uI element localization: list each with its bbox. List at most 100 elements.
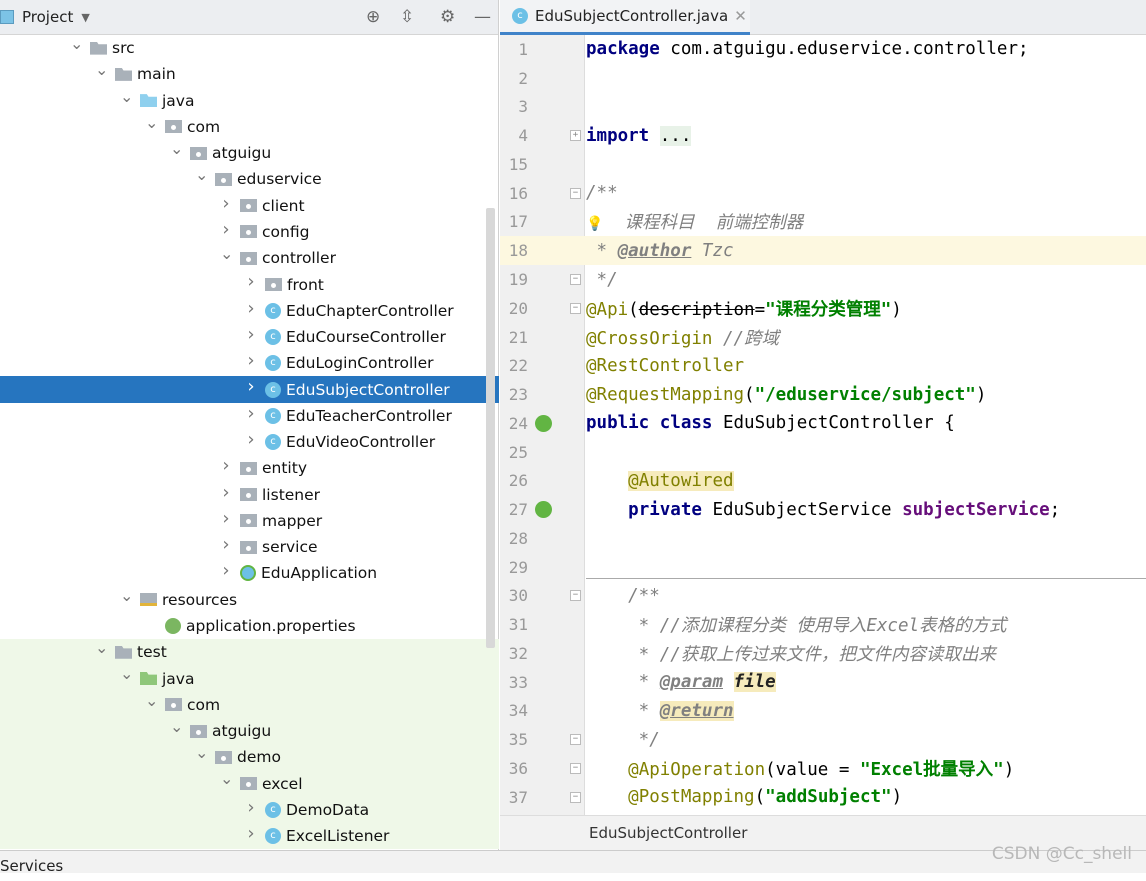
code-line[interactable]: 26 @Autowired	[500, 466, 1146, 495]
tree-item[interactable]: › EduApplication	[0, 560, 499, 586]
code-line[interactable]: 17 💡 课程科目 前端控制器	[500, 208, 1146, 237]
tree-item[interactable]: › c DemoData	[0, 796, 499, 823]
chevron-down-icon[interactable]: ⌄	[145, 114, 158, 130]
chevron-right-icon[interactable]: ›	[245, 325, 257, 343]
code-line[interactable]: 16 −/**	[500, 179, 1146, 208]
chevron-right-icon[interactable]: ›	[220, 536, 232, 554]
tree-item[interactable]: › entity	[0, 455, 499, 481]
tree-item[interactable]: › mapper	[0, 508, 499, 534]
fold-collapse-icon[interactable]: −	[570, 187, 581, 199]
fold-collapse-icon[interactable]: −	[570, 302, 581, 314]
chevron-right-icon[interactable]: ›	[220, 562, 232, 580]
code-area[interactable]: 1 package com.atguigu.eduservice.controll…	[500, 35, 1146, 812]
code-line[interactable]: 37 − @PostMapping("addSubject")	[500, 783, 1146, 812]
tree-item[interactable]: ⌄ demo	[0, 744, 499, 771]
code-line[interactable]: 33 * @param file	[500, 668, 1146, 697]
code-line[interactable]: 34 * @return	[500, 697, 1146, 726]
fold-collapse-icon[interactable]: −	[570, 734, 581, 746]
code-line[interactable]: 22 @RestController	[500, 351, 1146, 380]
tree-item[interactable]: ⌄ java	[0, 665, 499, 692]
chevron-right-icon[interactable]: ›	[245, 273, 257, 291]
chevron-right-icon[interactable]: ›	[245, 798, 257, 816]
chevron-right-icon[interactable]: ›	[245, 352, 257, 370]
chevron-down-icon[interactable]: ▼	[81, 11, 89, 24]
code-line[interactable]: 21 @CrossOrigin //跨域	[500, 323, 1146, 352]
chevron-right-icon[interactable]: ›	[220, 194, 232, 212]
code-line[interactable]: 30 − /**	[500, 582, 1146, 611]
chevron-down-icon[interactable]: ⌄	[120, 666, 133, 682]
code-line[interactable]: 25	[500, 438, 1146, 467]
code-line[interactable]: 28	[500, 524, 1146, 553]
tree-item[interactable]: › c EduVideoController	[0, 429, 499, 455]
tree-item[interactable]: › config	[0, 219, 499, 245]
chevron-right-icon[interactable]: ›	[220, 220, 232, 238]
tree-item[interactable]: ⌄ main	[0, 61, 499, 87]
chevron-down-icon[interactable]: ⌄	[195, 745, 208, 761]
code-line[interactable]: 19 − */	[500, 265, 1146, 294]
tree-item[interactable]: › c EduChapterController	[0, 298, 499, 324]
code-line[interactable]: 23 @RequestMapping("/eduservice/subject")	[500, 380, 1146, 409]
chevron-down-icon[interactable]: ⌄	[95, 640, 108, 656]
scrollbar[interactable]	[486, 208, 495, 648]
chevron-right-icon[interactable]: ›	[245, 404, 257, 422]
project-title-dropdown[interactable]: Project	[22, 8, 73, 26]
services-tab[interactable]: Services	[0, 857, 63, 875]
code-line[interactable]: 1 package com.atguigu.eduservice.controll…	[500, 35, 1146, 64]
fold-collapse-icon[interactable]: −	[570, 763, 581, 775]
tree-item[interactable]: ⌄ controller	[0, 245, 499, 271]
chevron-right-icon[interactable]: ›	[245, 824, 257, 842]
code-line[interactable]: 3	[500, 93, 1146, 122]
tree-item[interactable]: › front	[0, 271, 499, 297]
chevron-right-icon[interactable]: ›	[220, 483, 232, 501]
fold-expand-icon[interactable]: +	[570, 130, 581, 142]
locate-icon[interactable]: ⊕	[366, 7, 380, 27]
gear-icon[interactable]: ⚙	[440, 7, 455, 27]
chevron-down-icon[interactable]: ⌄	[195, 167, 208, 183]
tree-item[interactable]: › c ExcelListener	[0, 822, 499, 850]
chevron-right-icon[interactable]: ›	[220, 457, 232, 475]
chevron-down-icon[interactable]: ⌄	[170, 718, 183, 734]
chevron-down-icon[interactable]: ⌄	[95, 62, 108, 78]
spring-bean-icon[interactable]	[535, 501, 552, 519]
close-icon[interactable]: ✕	[734, 7, 747, 25]
code-line[interactable]: 15	[500, 150, 1146, 179]
tree-item[interactable]: ⌄ java	[0, 88, 499, 114]
chevron-down-icon[interactable]: ⌄	[120, 88, 133, 104]
tree-item[interactable]: › c EduLoginController	[0, 350, 499, 376]
chevron-down-icon[interactable]: ⌄	[70, 36, 83, 52]
tree-item[interactable]: ⌄ excel	[0, 770, 499, 797]
code-line[interactable]: 31 * //添加课程分类 使用导入Excel表格的方式	[500, 610, 1146, 639]
tab-edusubjectcontroller[interactable]: c EduSubjectController.java ✕	[500, 0, 750, 35]
tree-item[interactable]: ⌄ resources	[0, 587, 499, 613]
code-line[interactable]: 36 − @ApiOperation(value = "Excel批量导入")	[500, 754, 1146, 783]
code-line[interactable]: 18 * @author Tzc	[500, 236, 1146, 266]
code-line[interactable]: 4 + import ...	[500, 121, 1146, 150]
fold-collapse-icon[interactable]: −	[570, 791, 581, 803]
tree-item[interactable]: application.properties	[0, 613, 499, 639]
tree-item[interactable]: › listener	[0, 482, 499, 508]
code-line[interactable]: 24 public class EduSubjectController {	[500, 409, 1146, 438]
chevron-right-icon[interactable]: ›	[245, 378, 257, 396]
tree-item[interactable]: › c EduCourseController	[0, 324, 499, 350]
code-line[interactable]: 27 private EduSubjectService subjectServ…	[500, 495, 1146, 524]
tree-item[interactable]: ⌄ atguigu	[0, 140, 499, 166]
code-line[interactable]: 2	[500, 64, 1146, 93]
tree-item[interactable]: › service	[0, 534, 499, 560]
tree-item[interactable]: ⌄ eduservice	[0, 166, 499, 192]
spring-bean-icon[interactable]	[535, 414, 552, 432]
fold-collapse-icon[interactable]: −	[570, 274, 581, 285]
chevron-down-icon[interactable]: ⌄	[220, 771, 233, 787]
chevron-down-icon[interactable]: ⌄	[120, 587, 133, 603]
chevron-down-icon[interactable]: ⌄	[170, 141, 183, 157]
tree-item[interactable]: › client	[0, 193, 499, 219]
chevron-right-icon[interactable]: ›	[220, 509, 232, 527]
tree-item[interactable]: ⌄ test	[0, 639, 499, 666]
tree-item[interactable]: › c EduTeacherController	[0, 403, 499, 429]
minimize-icon[interactable]: —	[474, 7, 491, 27]
chevron-down-icon[interactable]: ⌄	[145, 692, 158, 708]
chevron-right-icon[interactable]: ›	[245, 299, 257, 317]
chevron-right-icon[interactable]: ›	[245, 430, 257, 448]
tree-item[interactable]: › c EduSubjectController	[0, 376, 499, 403]
collapse-icon[interactable]: ⇳	[400, 7, 414, 27]
tree-item[interactable]: ⌄ src	[0, 35, 499, 61]
